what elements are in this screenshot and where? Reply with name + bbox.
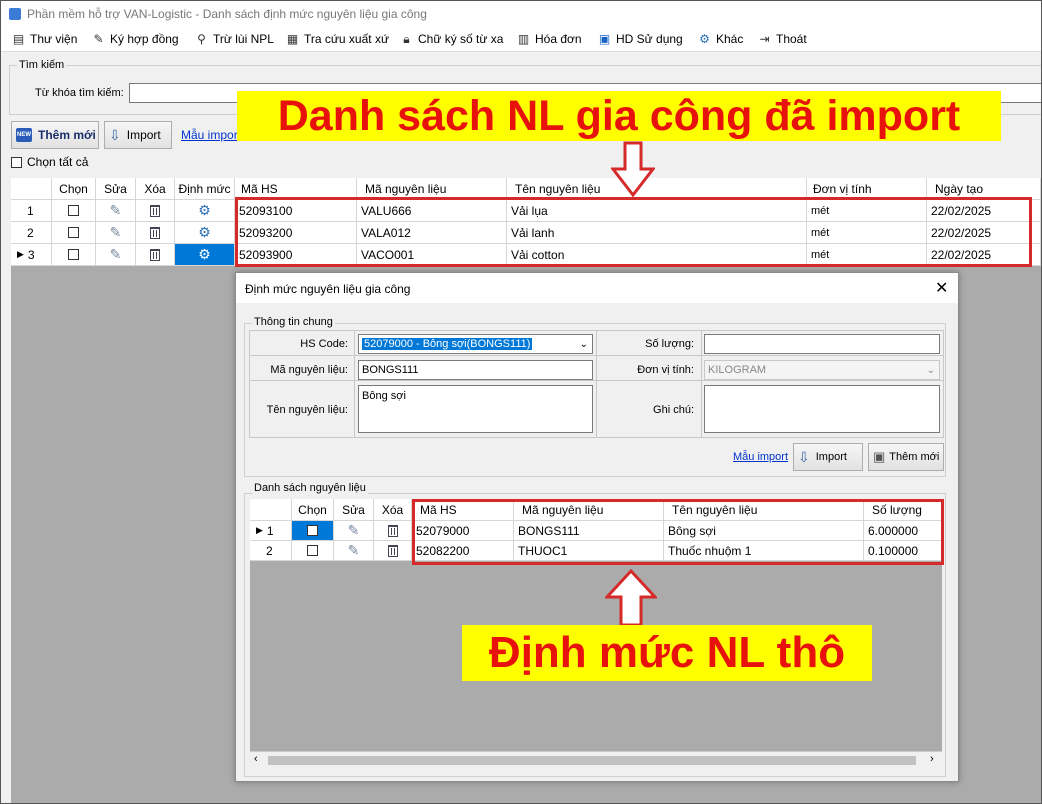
edit-pencil-icon[interactable]: ✎ <box>348 522 360 539</box>
sign-contract-icon: ✎ <box>93 32 104 46</box>
import-icon: ⇩ <box>109 126 121 143</box>
norm-gear-icon[interactable]: ⚙ <box>198 224 211 241</box>
material-list-label: Danh sách nguyên liệu <box>252 482 368 494</box>
scrollbar-thumb[interactable] <box>268 756 916 765</box>
dialog-import-button[interactable]: ⇩ Import <box>793 443 863 471</box>
top-callout: Danh sách NL gia công đã import <box>237 91 1001 141</box>
scroll-left-icon[interactable]: ‹ <box>254 753 258 765</box>
save-icon: ▣ <box>873 449 886 464</box>
menu-item-digital-signature[interactable]: 🔒︎ Chữ ký số từ xa <box>399 30 503 48</box>
quantity-input[interactable] <box>704 334 940 354</box>
note-label: Ghi chú: <box>653 404 694 416</box>
hs-code-label: HS Code: <box>300 338 348 350</box>
search-group-label: Tìm kiếm <box>17 59 67 71</box>
col-edit: Sửa <box>334 499 374 521</box>
general-info-label: Thông tin chung <box>252 316 335 328</box>
help-icon: ▣ <box>598 32 611 46</box>
norm-gear-icon[interactable]: ⚙ <box>198 246 211 263</box>
col-select: Chọn <box>292 499 334 521</box>
menu-item-sign-contract[interactable]: ✎ Ký hợp đồng <box>91 30 178 48</box>
delete-trash-icon[interactable] <box>150 204 160 217</box>
add-new-button[interactable]: NEW Thêm mới <box>11 121 99 149</box>
col-select: Chọn <box>52 178 96 200</box>
imported-list-highlight <box>235 197 1032 267</box>
import-icon: ⇩ <box>798 448 810 465</box>
delete-trash-icon[interactable] <box>150 226 160 239</box>
material-name-label: Tên nguyên liệu: <box>266 404 348 416</box>
col-delete: Xóa <box>136 178 175 200</box>
close-icon[interactable]: ✕ <box>935 278 948 298</box>
select-all-box[interactable] <box>11 156 22 168</box>
quantity-label: Số lượng: <box>645 338 694 350</box>
col-edit: Sửa <box>96 178 136 200</box>
material-code-input[interactable]: BONGS111 <box>358 360 593 380</box>
current-row-arrow-icon: ▶ <box>256 525 263 535</box>
bottom-callout: Định mức NL thô <box>462 625 872 681</box>
gear-icon: ⚙ <box>699 32 710 46</box>
new-icon: NEW <box>16 128 32 142</box>
raw-norm-highlight <box>412 499 944 565</box>
dialog-title-bar: Định mức nguyên liệu gia công ✕ <box>236 273 958 303</box>
col-norm: Định mức <box>175 178 235 200</box>
up-arrow-icon <box>605 569 657 627</box>
import-button[interactable]: ⇩ Import <box>104 121 172 149</box>
dialog-add-button[interactable]: ▣ Thêm mới <box>868 443 944 471</box>
norm-dialog: Định mức nguyên liệu gia công ✕ Thông ti… <box>235 272 959 782</box>
exit-icon: ⇥ <box>759 32 770 46</box>
select-all-checkbox[interactable]: Chọn tất cả <box>11 155 88 169</box>
down-arrow-icon <box>611 141 655 197</box>
search-keyword-label: Từ khóa tìm kiếm: <box>35 87 124 99</box>
digital-signature-icon: 🔒︎ <box>403 32 410 46</box>
dialog-title: Định mức nguyên liệu gia công <box>245 282 411 296</box>
material-code-label: Mã nguyên liệu: <box>270 364 348 376</box>
unit-select[interactable]: KILOGRAM ⌄ <box>704 360 940 380</box>
menu-item-deduct-npl[interactable]: ⚲ Trừ lùi NPL <box>194 30 274 48</box>
origin-lookup-icon: ▦ <box>286 32 299 46</box>
edit-pencil-icon[interactable]: ✎ <box>110 224 122 241</box>
edit-pencil-icon[interactable]: ✎ <box>110 202 122 219</box>
col-delete: Xóa <box>374 499 412 521</box>
import-template-link[interactable]: Mẫu import <box>181 128 241 142</box>
chevron-down-icon: ⌄ <box>579 338 588 350</box>
app-icon <box>9 8 21 20</box>
delete-trash-icon[interactable] <box>150 248 160 261</box>
horizontal-scrollbar[interactable]: ‹ › <box>250 751 942 769</box>
search-deduct-icon: ⚲ <box>197 32 206 46</box>
library-icon: ▤ <box>12 32 25 46</box>
menu-item-other[interactable]: ⚙ Khác <box>697 30 743 48</box>
row-checkbox[interactable] <box>68 249 79 260</box>
menu-item-origin-lookup[interactable]: ▦ Tra cứu xuất xứ <box>285 30 389 48</box>
hs-code-select[interactable]: 52079000 - Bông sợi(BONGS111) ⌄ <box>358 334 593 354</box>
invoice-icon: ▥ <box>517 32 530 46</box>
material-name-textarea[interactable]: Bông sợi <box>358 385 593 433</box>
delete-trash-icon[interactable] <box>387 524 398 537</box>
edit-pencil-icon[interactable]: ✎ <box>110 246 122 263</box>
window-title: Phần mềm hỗ trợ VAN-Logistic - Danh sách… <box>27 7 427 21</box>
note-textarea[interactable] <box>704 385 940 433</box>
chevron-down-icon: ⌄ <box>926 364 935 376</box>
menu-bar: ▤ Thư viện ✎ Ký hợp đồng ⚲ Trừ lùi NPL ▦ Tra… <box>1 27 1041 52</box>
delete-trash-icon[interactable] <box>387 544 398 557</box>
title-bar: Phần mềm hỗ trợ VAN-Logistic - Danh sách… <box>1 1 1041 27</box>
row-checkbox[interactable] <box>68 227 79 238</box>
dialog-import-template-link[interactable]: Mẫu import <box>733 451 788 463</box>
current-row-arrow-icon: ▶ <box>17 249 24 259</box>
menu-item-exit[interactable]: ⇥ Thoát <box>757 30 806 48</box>
norm-gear-icon[interactable]: ⚙ <box>198 202 211 219</box>
menu-item-invoice[interactable]: ▥ Hóa đơn <box>516 30 582 48</box>
menu-item-help[interactable]: ▣ HD Sử dụng <box>597 30 683 48</box>
row-checkbox[interactable] <box>307 545 318 556</box>
row-checkbox[interactable] <box>68 205 79 216</box>
scroll-right-icon[interactable]: › <box>930 753 934 765</box>
unit-label: Đơn vị tính: <box>637 364 694 376</box>
menu-item-library[interactable]: ▤ Thư viện <box>11 30 78 48</box>
row-checkbox[interactable] <box>307 525 318 536</box>
edit-pencil-icon[interactable]: ✎ <box>348 542 360 559</box>
app-window: Phần mềm hỗ trợ VAN-Logistic - Danh sách… <box>0 0 1042 804</box>
